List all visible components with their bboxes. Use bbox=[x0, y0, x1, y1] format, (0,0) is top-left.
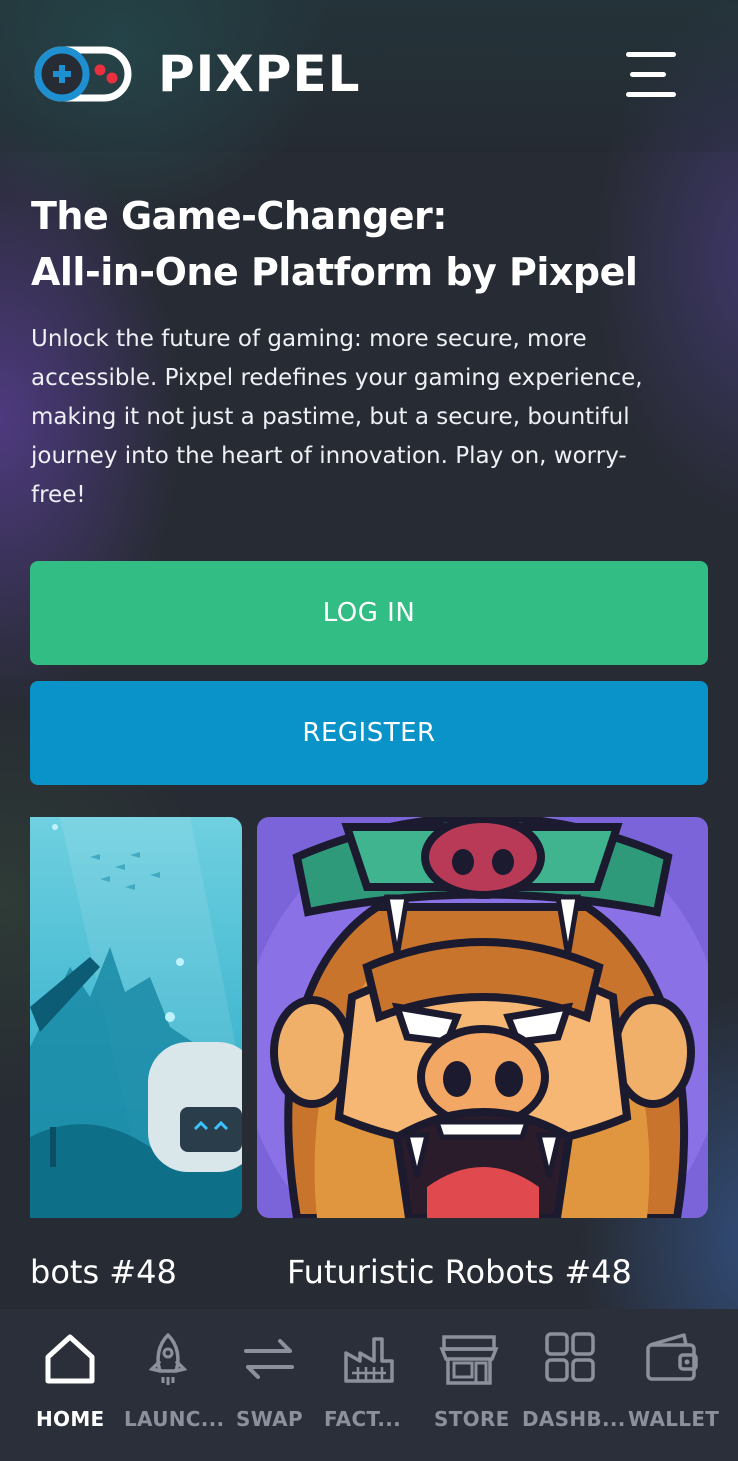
hero-title-line-2: All-in-One Platform by Pixpel bbox=[31, 250, 638, 294]
nft-card-title-left: bots #48 bbox=[30, 1253, 177, 1291]
nft-card-image-underwater-robot[interactable] bbox=[30, 817, 242, 1218]
rocket-icon bbox=[148, 1333, 188, 1385]
store-icon bbox=[439, 1335, 499, 1385]
menu-line-icon bbox=[626, 92, 676, 97]
top-bar: PIXPEL bbox=[0, 0, 738, 152]
nft-card-image-gorilla[interactable] bbox=[257, 817, 708, 1218]
nav-label-store: STORE bbox=[434, 1407, 510, 1431]
nav-label-launchpad: LAUNC... bbox=[124, 1407, 225, 1431]
swap-arrows-icon bbox=[244, 1339, 294, 1379]
hamburger-menu-button[interactable] bbox=[626, 48, 680, 102]
factory-icon bbox=[344, 1337, 394, 1383]
nav-item-wallet[interactable]: WALLET bbox=[626, 1309, 722, 1461]
nav-label-dashboard: DASHB... bbox=[522, 1407, 626, 1431]
dashboard-grid-icon bbox=[545, 1332, 595, 1382]
nav-item-swap[interactable]: SWAP bbox=[230, 1309, 310, 1461]
nav-label-wallet: WALLET bbox=[628, 1407, 720, 1431]
nav-item-launchpad[interactable]: LAUNC... bbox=[120, 1309, 224, 1461]
gamepad-logo-icon bbox=[32, 44, 136, 104]
menu-line-icon bbox=[626, 52, 676, 57]
nav-label-swap: SWAP bbox=[236, 1407, 303, 1431]
home-icon bbox=[45, 1334, 95, 1384]
register-button[interactable]: REGISTER bbox=[30, 681, 708, 785]
brand-name: PIXPEL bbox=[158, 45, 361, 103]
nav-label-home: HOME bbox=[36, 1407, 105, 1431]
logo[interactable]: PIXPEL bbox=[32, 44, 360, 104]
nav-item-dashboard[interactable]: DASHB... bbox=[522, 1309, 625, 1461]
login-button[interactable]: LOG IN bbox=[30, 561, 708, 665]
menu-line-icon bbox=[630, 72, 666, 77]
hero-title-line-1: The Game-Changer: bbox=[31, 194, 448, 238]
bottom-navigation: HOME LAUNC... SWAP FACT... STORE DASHB..… bbox=[0, 1309, 738, 1461]
nav-item-factory[interactable]: FACT... bbox=[322, 1309, 412, 1461]
hero-description: Unlock the future of gaming: more secure… bbox=[31, 326, 643, 508]
nav-item-home[interactable]: HOME bbox=[30, 1309, 110, 1461]
wallet-icon bbox=[646, 1333, 698, 1381]
nav-item-store[interactable]: STORE bbox=[428, 1309, 512, 1461]
hero-title: The Game-Changer: All-in-One Platform by… bbox=[31, 188, 721, 300]
nav-label-factory: FACT... bbox=[324, 1407, 402, 1431]
nft-card-title-right: Futuristic Robots #48 bbox=[287, 1253, 632, 1291]
